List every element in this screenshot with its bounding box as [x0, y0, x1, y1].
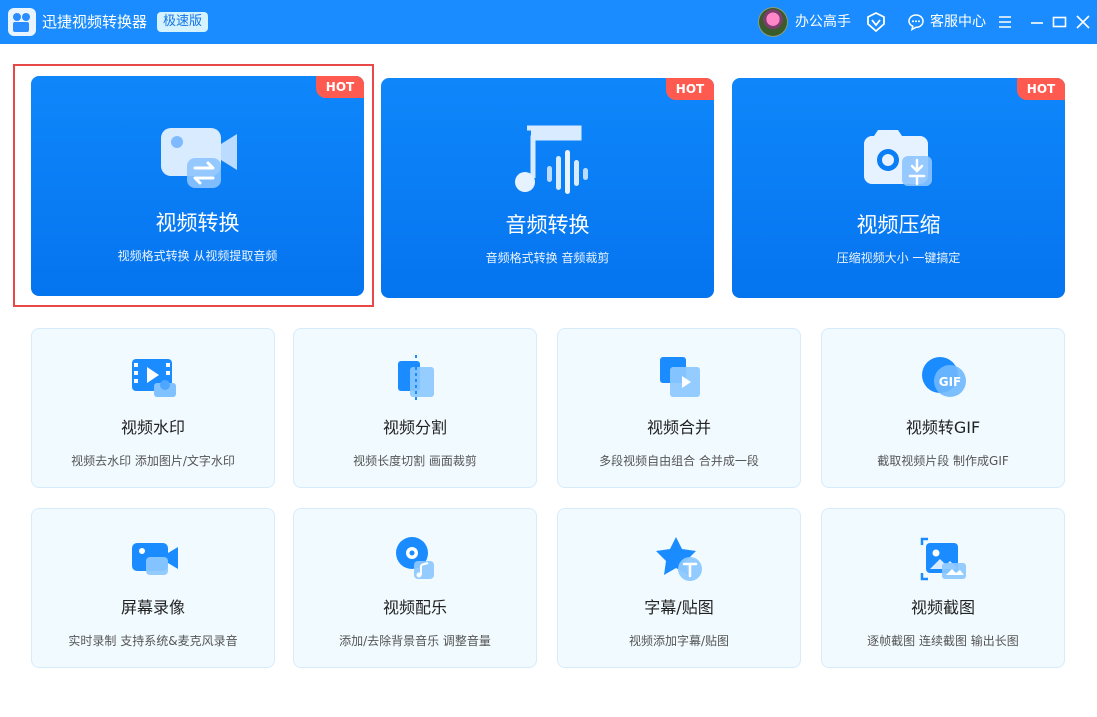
- tool-desc: 多段视频自由组合 合并成一段: [599, 454, 759, 468]
- tool-title: 屏幕录像: [120, 598, 185, 617]
- tool-desc: 截取视频片段 制作成GIF: [877, 454, 1009, 468]
- tool-desc: 视频长度切割 画面裁剪: [353, 454, 477, 468]
- subtitle-icon: [656, 537, 702, 581]
- audio-convert-icon: [515, 125, 588, 194]
- watermark-icon: [132, 359, 176, 397]
- hot-badge: HOT: [666, 78, 714, 100]
- screenshot-icon: [920, 537, 966, 581]
- tool-desc: 逐帧截图 连续截图 输出长图: [867, 634, 1019, 648]
- tool-card-subtitle[interactable]: 字幕/贴图 视频添加字幕/贴图: [557, 508, 801, 668]
- screen-record-icon: [132, 543, 178, 575]
- split-icon: [398, 355, 434, 403]
- maximize-icon[interactable]: [1050, 12, 1070, 32]
- hot-badge: HOT: [1017, 78, 1065, 100]
- video-compress-card[interactable]: HOT 视频压缩 压缩视频大小 一键搞定: [732, 78, 1065, 298]
- hero-desc: 音频格式转换 音频裁剪: [485, 251, 610, 265]
- tool-title: 视频水印: [120, 418, 185, 437]
- tool-title: 视频配乐: [382, 598, 447, 617]
- tool-title: 视频分割: [382, 418, 447, 437]
- title-bar: 迅捷视频转换器 极速版 办公高手 客服中心: [0, 0, 1097, 44]
- merge-icon: [660, 357, 700, 397]
- selection-highlight: [13, 64, 374, 307]
- hero-title: 音频转换: [505, 213, 590, 237]
- tool-title: 视频截图: [910, 598, 975, 617]
- tool-card-merge[interactable]: 视频合并 多段视频自由组合 合并成一段: [557, 328, 801, 488]
- app-logo-icon: [8, 8, 36, 36]
- close-icon[interactable]: [1073, 12, 1093, 32]
- audio-convert-card[interactable]: HOT 音频转换 音频格式转换 音频裁剪: [381, 78, 714, 298]
- music-icon: [396, 537, 434, 579]
- tool-title: 视频合并: [646, 418, 711, 437]
- minimize-icon[interactable]: [1028, 12, 1048, 32]
- tool-card-music[interactable]: 视频配乐 添加/去除背景音乐 调整音量: [293, 508, 537, 668]
- tool-title: 视频转GIF: [905, 418, 981, 437]
- tool-desc: 视频去水印 添加图片/文字水印: [71, 454, 235, 468]
- gif-icon: GIF: [922, 357, 966, 397]
- video-compress-icon: [864, 130, 932, 186]
- vip-shield-icon[interactable]: [866, 12, 886, 32]
- hero-desc: 压缩视频大小 一键搞定: [836, 251, 961, 265]
- hero-title: 视频压缩: [856, 213, 941, 237]
- tool-card-watermark[interactable]: 视频水印 视频去水印 添加图片/文字水印: [31, 328, 275, 488]
- tool-title: 字幕/贴图: [644, 598, 714, 617]
- customer-service-icon[interactable]: [907, 13, 925, 31]
- tool-card-screenshot[interactable]: 视频截图 逐帧截图 连续截图 输出长图: [821, 508, 1065, 668]
- tool-desc: 添加/去除背景音乐 调整音量: [339, 634, 491, 648]
- tool-card-gif[interactable]: GIF 视频转GIF 截取视频片段 制作成GIF: [821, 328, 1065, 488]
- customer-service-label[interactable]: 客服中心: [930, 13, 986, 31]
- gif-icon-text: GIF: [939, 375, 962, 389]
- tool-card-split[interactable]: 视频分割 视频长度切割 画面裁剪: [293, 328, 537, 488]
- edition-badge: 极速版: [157, 12, 209, 32]
- avatar[interactable]: [758, 7, 788, 37]
- tool-card-screen-record[interactable]: 屏幕录像 实时录制 支持系统&麦克风录音: [31, 508, 275, 668]
- user-name[interactable]: 办公高手: [795, 13, 851, 31]
- tool-desc: 实时录制 支持系统&麦克风录音: [68, 634, 238, 648]
- tool-desc: 视频添加字幕/贴图: [628, 634, 730, 648]
- menu-icon[interactable]: [995, 12, 1015, 32]
- app-title: 迅捷视频转换器: [42, 13, 148, 31]
